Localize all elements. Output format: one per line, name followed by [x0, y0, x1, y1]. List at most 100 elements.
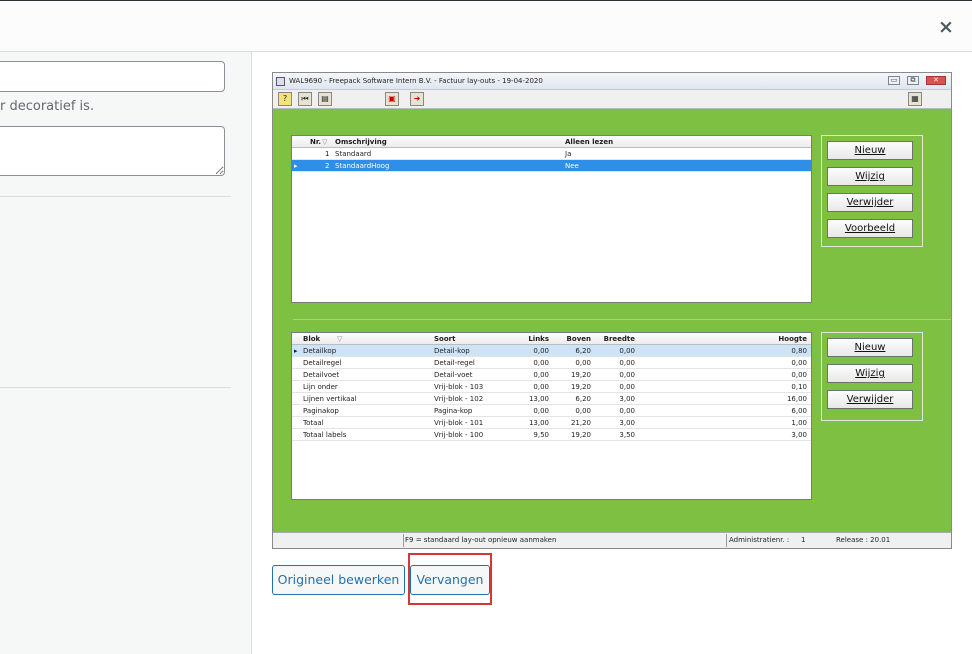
- cell-links: 0,00: [533, 371, 549, 379]
- cell-soort: Detail-kop: [434, 347, 470, 355]
- window-close-icon[interactable]: ✕: [926, 76, 946, 85]
- table-row[interactable]: Detailvoet Detail-voet 0,00 19,20 0,00 0,00: [292, 369, 811, 381]
- cell-hoogte: 3,00: [791, 431, 807, 439]
- restore-icon[interactable]: ⧉: [907, 76, 919, 85]
- section-divider: [293, 319, 951, 320]
- cell-hoogte: 1,00: [791, 419, 807, 427]
- grid-header: Nr. ▽ Omschrijving Alleen lezen: [292, 136, 811, 148]
- table-row[interactable]: Detailregel Detail-regel 0,00 0,00 0,00 0,00: [292, 357, 811, 369]
- first-record-icon[interactable]: ⏮: [298, 92, 312, 106]
- cell-breedte: 0,00: [619, 359, 635, 367]
- status-hint: F9 = standaard lay-out opnieuw aanmaken: [405, 536, 557, 544]
- cell-breedte: 3,00: [619, 395, 635, 403]
- cell-blok: Paginakop: [303, 407, 339, 415]
- alt-text-help: r decoratief is.: [0, 99, 95, 114]
- exit-icon[interactable]: ➜: [410, 92, 424, 106]
- table-row[interactable]: ▸ 2 StandaardHoog Nee: [292, 160, 811, 172]
- table-row[interactable]: Totaal labels Vrij-blok - 100 9,50 19,20 3,5…: [292, 429, 811, 441]
- cell-boven: 21,20: [570, 419, 591, 427]
- sort-icon: ▽: [322, 138, 328, 146]
- cell-omschrijving: Standaard: [335, 150, 372, 158]
- edit-original-button[interactable]: Origineel bewerken: [272, 565, 405, 595]
- block-buttons: Nieuw Wijzig Verwijder: [821, 332, 923, 421]
- voorbeeld-button[interactable]: Voorbeeld: [827, 219, 913, 238]
- cell-blok: Detailkop: [303, 347, 337, 355]
- cell-hoogte: 6,00: [791, 407, 807, 415]
- verwijder-button[interactable]: Verwijder: [827, 193, 913, 212]
- col-breedte[interactable]: Breedte: [604, 335, 635, 343]
- row-pointer-icon: ▸: [294, 162, 298, 170]
- window-title: WAL9690 - Freepack Software Intern B.V. …: [273, 73, 951, 90]
- cell-blok: Lijnen vertikaal: [303, 395, 357, 403]
- wijzig-button[interactable]: Wijzig: [827, 167, 913, 186]
- cell-soort: Vrij-blok - 100: [434, 431, 484, 439]
- cell-blok: Totaal: [303, 419, 324, 427]
- minimize-icon[interactable]: ▭: [888, 76, 900, 85]
- cell-breedte: 0,00: [619, 371, 635, 379]
- cell-hoogte: 0,10: [791, 383, 807, 391]
- cell-soort: Pagina-kop: [434, 407, 473, 415]
- help-icon[interactable]: ?: [278, 92, 292, 106]
- col-omschrijving[interactable]: Omschrijving: [335, 138, 387, 146]
- close-button[interactable]: ×: [930, 16, 962, 38]
- print-icon[interactable]: ▤: [318, 92, 332, 106]
- cell-links: 13,00: [528, 419, 549, 427]
- modal-header: [0, 0, 972, 52]
- cell-links: 13,00: [528, 395, 549, 403]
- col-boven[interactable]: Boven: [567, 335, 591, 343]
- divider: [0, 196, 231, 197]
- cell-links: 0,00: [533, 407, 549, 415]
- alt-text-input[interactable]: [0, 61, 225, 92]
- col-hoogte[interactable]: Hoogte: [778, 335, 807, 343]
- layout-buttons: Nieuw Wijzig Verwijder Voorbeeld: [821, 135, 923, 247]
- cell-soort: Vrij-blok - 101: [434, 419, 484, 427]
- blocks-grid: Blok ▽ Soort Links Boven Breedte Hoogte …: [291, 332, 812, 500]
- cell-hoogte: 0,80: [791, 347, 807, 355]
- cell-nr: 1: [325, 150, 330, 158]
- cell-omschrijving: StandaardHoog: [335, 162, 390, 170]
- table-row[interactable]: 1 Standaard Ja: [292, 148, 811, 160]
- block-nieuw-button[interactable]: Nieuw: [827, 338, 913, 357]
- col-soort[interactable]: Soort: [434, 335, 455, 343]
- app-toolbar: ? ⏮ ▤ ▣ ➜ ▦: [273, 90, 951, 109]
- status-divider: [726, 534, 727, 547]
- table-row[interactable]: Paginakop Pagina-kop 0,00 0,00 0,00 6,00: [292, 405, 811, 417]
- cell-breedte: 0,00: [619, 347, 635, 355]
- status-release: Release : 20.01: [836, 536, 891, 544]
- col-nr[interactable]: Nr.: [310, 138, 321, 146]
- cell-hoogte: 16,00: [786, 395, 807, 403]
- grid-header: Blok ▽ Soort Links Boven Breedte Hoogte: [292, 333, 811, 345]
- col-blok[interactable]: Blok: [303, 335, 320, 343]
- table-row[interactable]: ▸ Detailkop Detail-kop 0,00 6,20 0,00 0,80: [292, 345, 811, 357]
- export-icon[interactable]: ▣: [385, 92, 399, 106]
- app-icon: [276, 77, 285, 86]
- block-verwijder-button[interactable]: Verwijder: [827, 390, 913, 409]
- cell-boven: 0,00: [575, 359, 591, 367]
- nieuw-button[interactable]: Nieuw: [827, 141, 913, 160]
- cell-soort: Detail-voet: [434, 371, 473, 379]
- caption-textarea[interactable]: [0, 126, 225, 176]
- block-wijzig-button[interactable]: Wijzig: [827, 364, 913, 383]
- cell-blok: Lijn onder: [303, 383, 338, 391]
- cell-boven: 19,20: [570, 431, 591, 439]
- cell-links: 9,50: [533, 431, 549, 439]
- col-alleen-lezen[interactable]: Alleen lezen: [565, 138, 613, 146]
- cell-soort: Vrij-blok - 103: [434, 383, 484, 391]
- block-rows: ▸ Detailkop Detail-kop 0,00 6,20 0,00 0,80 Deta…: [292, 345, 811, 441]
- cell-breedte: 3,50: [619, 431, 635, 439]
- cell-soort: Vrij-blok - 102: [434, 395, 484, 403]
- table-row[interactable]: Totaal Vrij-blok - 101 13,00 21,20 3,00 1,00: [292, 417, 811, 429]
- cell-blok: Totaal labels: [303, 431, 347, 439]
- cell-nr: 2: [325, 162, 330, 170]
- highlight-box: [408, 553, 492, 605]
- table-row[interactable]: Lijn onder Vrij-blok - 103 0,00 19,20 0,00 0,…: [292, 381, 811, 393]
- cell-blok: Detailvoet: [303, 371, 340, 379]
- cell-alleen-lezen: Nee: [565, 162, 579, 170]
- table-row[interactable]: Lijnen vertikaal Vrij-blok - 102 13,00 6,20…: [292, 393, 811, 405]
- calculator-icon[interactable]: ▦: [908, 92, 922, 106]
- status-admin-nr: 1: [801, 536, 806, 544]
- sort-icon: ▽: [337, 335, 343, 343]
- status-bar: F9 = standaard lay-out opnieuw aanmaken …: [273, 532, 951, 548]
- cell-alleen-lezen: Ja: [565, 150, 572, 158]
- col-links[interactable]: Links: [528, 335, 549, 343]
